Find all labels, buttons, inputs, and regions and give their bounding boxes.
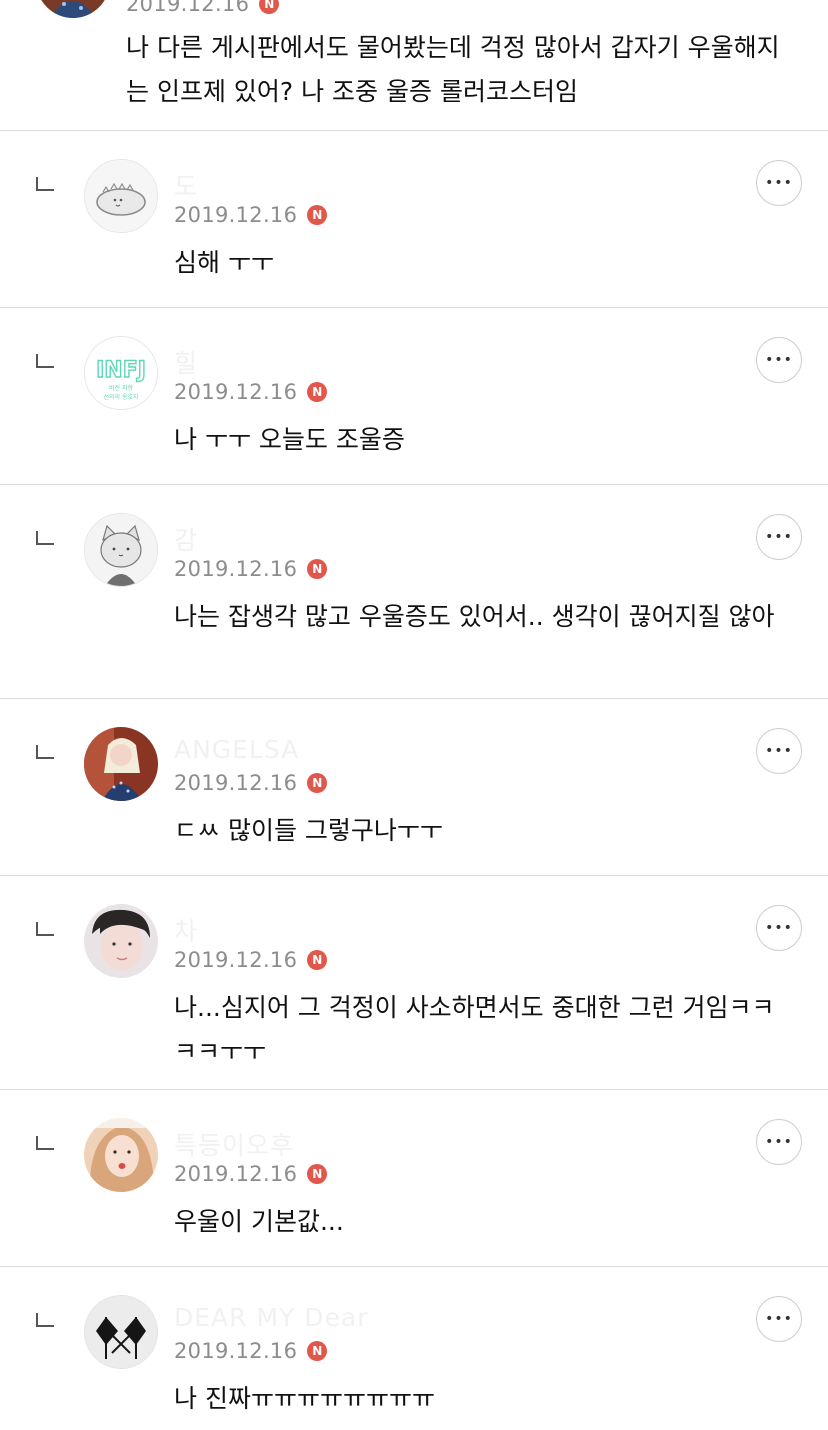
- more-options-button[interactable]: •••: [756, 1119, 802, 1165]
- reply-item: 차 2019.12.16 N 나...심지어 그 걱정이 사소하면서도 중대한 …: [0, 876, 828, 1090]
- comment-meta: 2019.12.16 N: [174, 948, 328, 972]
- comment-meta: 2019.12.16 N: [174, 380, 328, 404]
- new-badge: N: [307, 382, 328, 402]
- svg-text:선의의 옹호자: 선의의 옹호자: [103, 393, 139, 401]
- new-badge: N: [259, 0, 280, 14]
- more-options-button[interactable]: •••: [756, 160, 802, 206]
- comment-date: 2019.12.16: [174, 771, 298, 795]
- reply-arrow-icon: [36, 1313, 54, 1327]
- reply-arrow-icon: [36, 177, 54, 191]
- comment-nickname[interactable]: DEAR MY Dear: [174, 1303, 368, 1332]
- comment-text: 나는 잡생각 많고 우울증도 있어서.. 생각이 끊어지질 않아: [174, 602, 775, 631]
- comment-text: ㄷㅆ 많이들 그렇구나ㅜㅜ: [174, 816, 443, 845]
- more-options-button[interactable]: •••: [756, 337, 802, 383]
- comment-date: 2019.12.16: [174, 203, 298, 227]
- more-options-button[interactable]: •••: [756, 905, 802, 951]
- reply-item: ANGELSA 2019.12.16 N ㄷㅆ 많이들 그렇구나ㅜㅜ •••: [0, 699, 828, 876]
- avatar[interactable]: [84, 513, 158, 587]
- comment-meta: 2019.12.16 N: [174, 1162, 328, 1186]
- reply-arrow-icon: [36, 1136, 54, 1150]
- comment-text: 우울이 기본값...: [174, 1207, 344, 1236]
- reply-arrow-icon: [36, 531, 54, 545]
- comment-item: 2019.12.16 N 나 다른 게시판에서도 물어봤는데 걱정 많아서 갑자…: [0, 0, 828, 131]
- comment-text: 나 진짜ㅠㅠㅠㅠㅠㅠㅠㅠ: [174, 1384, 435, 1413]
- comment-date: 2019.12.16: [174, 1339, 298, 1363]
- avatar[interactable]: [84, 1118, 158, 1192]
- avatar[interactable]: [36, 0, 110, 18]
- avatar[interactable]: INFJ 비전 지향 선의의 옹호자: [84, 336, 158, 410]
- reply-item: INFJ 비전 지향 선의의 옹호자 힐 2019.12.16 N 나 ㅜㅜ 오…: [0, 308, 828, 485]
- comment-nickname[interactable]: 특등이오후: [174, 1126, 294, 1162]
- comment-date: 2019.12.16: [174, 557, 298, 581]
- comment-meta: 2019.12.16 N: [174, 1339, 328, 1363]
- comment-nickname[interactable]: 힐: [174, 344, 198, 380]
- avatar[interactable]: [84, 904, 158, 978]
- comment-meta: 2019.12.16 N: [174, 203, 328, 227]
- reply-item: 특등이오후 2019.12.16 N 우울이 기본값... •••: [0, 1090, 828, 1267]
- avatar[interactable]: [84, 159, 158, 233]
- avatar[interactable]: [84, 1295, 158, 1369]
- comment-meta: 2019.12.16 N: [174, 557, 328, 581]
- comment-text: 심해 ㅜㅜ: [174, 248, 274, 277]
- svg-text:비전 지향: 비전 지향: [109, 384, 133, 392]
- more-options-button[interactable]: •••: [756, 1296, 802, 1342]
- reply-item: 감 2019.12.16 N 나는 잡생각 많고 우울증도 있어서.. 생각이 …: [0, 485, 828, 699]
- comment-nickname[interactable]: 차: [174, 912, 198, 948]
- comment-nickname[interactable]: ANGELSA: [174, 735, 299, 764]
- comment-date: 2019.12.16: [174, 1162, 298, 1186]
- comment-meta: 2019.12.16 N: [126, 0, 280, 16]
- new-badge: N: [307, 1341, 328, 1361]
- comment-nickname[interactable]: 도: [174, 167, 198, 203]
- avatar[interactable]: [84, 727, 158, 801]
- reply-arrow-icon: [36, 354, 54, 368]
- comment-nickname[interactable]: 감: [174, 521, 198, 557]
- new-badge: N: [307, 1164, 328, 1184]
- comment-text: 나 다른 게시판에서도 물어봤는데 걱정 많아서 갑자기 우울해지는 인프제 있…: [126, 33, 780, 106]
- new-badge: N: [307, 559, 328, 579]
- comment-text: 나 ㅜㅜ 오늘도 조울증: [174, 425, 405, 454]
- comment-date: 2019.12.16: [174, 948, 298, 972]
- new-badge: N: [307, 950, 328, 970]
- reply-item: DEAR MY Dear 2019.12.16 N 나 진짜ㅠㅠㅠㅠㅠㅠㅠㅠ •…: [0, 1267, 828, 1430]
- new-badge: N: [307, 205, 328, 225]
- comment-meta: 2019.12.16 N: [174, 771, 328, 795]
- new-badge: N: [307, 773, 328, 793]
- reply-item: 도 2019.12.16 N 심해 ㅜㅜ •••: [0, 131, 828, 308]
- comment-text: 나...심지어 그 걱정이 사소하면서도 중대한 그런 거임ㅋㅋㅋㅋㅜㅜ: [174, 993, 775, 1066]
- reply-arrow-icon: [36, 922, 54, 936]
- more-options-button[interactable]: •••: [756, 514, 802, 560]
- more-options-button[interactable]: •••: [756, 728, 802, 774]
- comment-date: 2019.12.16: [174, 380, 298, 404]
- reply-arrow-icon: [36, 745, 54, 759]
- infj-logo-text: INFJ: [96, 358, 146, 383]
- comment-date: 2019.12.16: [126, 0, 250, 16]
